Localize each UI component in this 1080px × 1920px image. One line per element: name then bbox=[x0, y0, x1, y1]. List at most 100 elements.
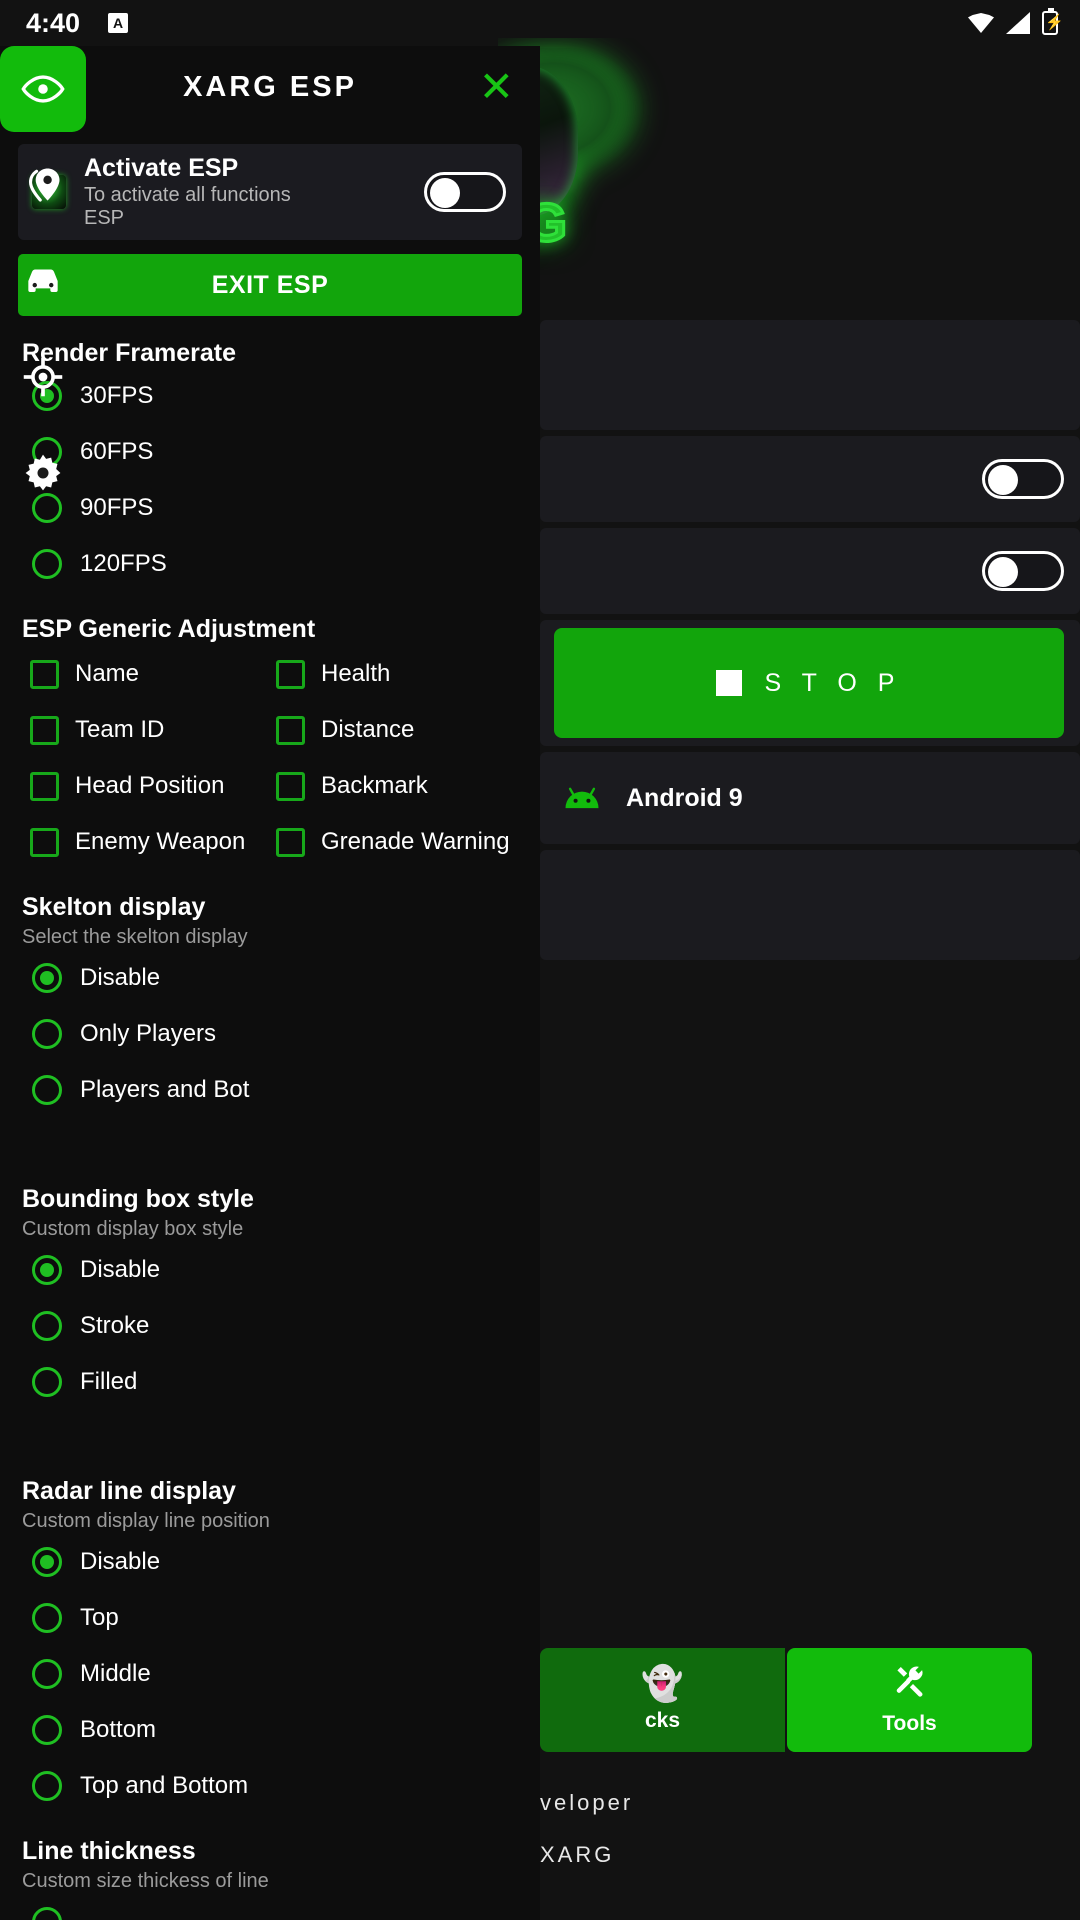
radio-label: 60FPS bbox=[80, 438, 154, 465]
checkbox-label: Grenade Warning bbox=[321, 828, 510, 855]
stop-button[interactable]: S T O P bbox=[554, 628, 1064, 738]
checkbox-option-head-position[interactable]: Head Position bbox=[30, 758, 276, 814]
status-bar-time: 4:40 bbox=[26, 7, 81, 38]
radio-label: Players and Bot bbox=[80, 1076, 250, 1103]
checkbox-option-health[interactable]: Health bbox=[276, 646, 522, 702]
radio-label: Filled bbox=[80, 1368, 138, 1395]
checkbox-indicator bbox=[30, 659, 59, 689]
tools-icon bbox=[893, 1664, 927, 1704]
signal-icon bbox=[1006, 12, 1030, 34]
radio-label: Bottom bbox=[80, 1716, 157, 1743]
screen-root: RG S T O P bbox=[0, 0, 1080, 1920]
background-tab-label: cks bbox=[644, 1709, 681, 1732]
background-toggle-2[interactable] bbox=[982, 551, 1064, 591]
checkbox-option-backmark[interactable]: Backmark bbox=[276, 758, 522, 814]
radio-indicator bbox=[32, 1255, 62, 1285]
section-radar-line-display: Radar line display Custom display line p… bbox=[0, 1476, 540, 1814]
radio-option-radar-top-and-bottom[interactable]: Top and Bottom bbox=[22, 1758, 522, 1814]
activate-esp-texts: Activate ESP To activate all functions E… bbox=[84, 154, 424, 230]
radio-option-90fps[interactable]: 90FPS bbox=[22, 480, 522, 536]
checkbox-label: Team ID bbox=[75, 716, 165, 743]
background-row-stop: S T O P bbox=[540, 620, 1080, 746]
checkbox-indicator bbox=[30, 827, 59, 857]
radio-option-box-disable[interactable]: Disable bbox=[22, 1242, 522, 1298]
section-title: Line thickness bbox=[22, 1837, 196, 1865]
radio-label: Disable bbox=[80, 1548, 161, 1575]
radio-label: Disable bbox=[80, 964, 161, 991]
background-tab-tricks[interactable]: 👻 cks bbox=[540, 1648, 785, 1752]
sidebar-item-esp[interactable] bbox=[0, 46, 86, 132]
radio-option-skelton-only-players[interactable]: Only Players bbox=[22, 1006, 522, 1062]
radio-option-120fps[interactable]: 120FPS bbox=[22, 536, 522, 592]
left-sidebar bbox=[0, 46, 86, 526]
sidebar-item-settings[interactable] bbox=[0, 430, 86, 516]
sidebar-item-aim[interactable] bbox=[0, 334, 86, 420]
background-toggle-1[interactable] bbox=[982, 459, 1064, 499]
radio-option-radar-top[interactable]: Top bbox=[22, 1590, 522, 1646]
car-icon bbox=[28, 269, 58, 292]
checkbox-grid: Name Health Team ID Distance Head Positi… bbox=[22, 646, 522, 870]
background-row-1[interactable] bbox=[540, 320, 1080, 430]
page-title: XARG ESP bbox=[183, 70, 357, 103]
radio-option-radar-bottom[interactable]: Bottom bbox=[22, 1702, 522, 1758]
section-bounding-box-style: Bounding box style Custom display box st… bbox=[0, 1184, 540, 1410]
activate-esp-card[interactable]: Activate ESP To activate all functions E… bbox=[18, 144, 522, 240]
toggle-knob bbox=[430, 178, 460, 208]
radio-option-radar-middle[interactable]: Middle bbox=[22, 1646, 522, 1702]
checkbox-option-distance[interactable]: Distance bbox=[276, 702, 522, 758]
sidebar-item-vehicle[interactable] bbox=[0, 238, 86, 324]
section-title: ESP Generic Adjustment bbox=[22, 615, 316, 643]
radio-option-60fps[interactable]: 60FPS bbox=[22, 424, 522, 480]
background-row-6[interactable] bbox=[540, 850, 1080, 960]
stop-button-label: S T O P bbox=[764, 668, 902, 697]
radio-option-radar-disable[interactable]: Disable bbox=[22, 1534, 522, 1590]
radio-indicator bbox=[32, 1311, 62, 1341]
checkbox-indicator bbox=[30, 715, 59, 745]
checkbox-indicator bbox=[276, 771, 305, 801]
radio-label: Only Players bbox=[80, 1020, 217, 1047]
android-version-label: Android 9 bbox=[626, 783, 743, 812]
radio-indicator bbox=[32, 1367, 62, 1397]
wifi-icon bbox=[968, 13, 994, 33]
radio-option-30fps[interactable]: 30FPS bbox=[22, 368, 522, 424]
background-row-3[interactable] bbox=[540, 528, 1080, 614]
section-title: Render Framerate bbox=[22, 339, 236, 367]
checkbox-option-team-id[interactable]: Team ID bbox=[30, 702, 276, 758]
gear-icon bbox=[25, 454, 61, 491]
checkbox-indicator bbox=[30, 771, 59, 801]
notification-badge-icon: A bbox=[108, 13, 129, 33]
activate-esp-toggle[interactable] bbox=[424, 172, 506, 212]
checkbox-indicator bbox=[276, 659, 305, 689]
status-bar: 4:40 A ⚡ bbox=[0, 0, 1080, 46]
radio-indicator bbox=[32, 1603, 62, 1633]
section-subtitle: Custom display line position bbox=[22, 1510, 270, 1532]
radio-option-skelton-disable[interactable]: Disable bbox=[22, 950, 522, 1006]
checkbox-label: Name bbox=[75, 660, 140, 687]
exit-esp-button[interactable]: EXIT ESP bbox=[18, 254, 522, 316]
checkbox-indicator bbox=[276, 827, 305, 857]
checkbox-option-grenade-warning[interactable]: Grenade Warning bbox=[276, 814, 522, 870]
radio-option-skelton-players-and-bot[interactable]: Players and Bot bbox=[22, 1062, 522, 1118]
radio-label: 120FPS bbox=[80, 550, 167, 577]
section-subtitle: Custom display box style bbox=[22, 1218, 244, 1240]
radio-option-box-filled[interactable]: Filled bbox=[22, 1354, 522, 1410]
radio-option-line-thickness-first[interactable] bbox=[22, 1894, 522, 1920]
checkbox-label: Health bbox=[321, 660, 391, 687]
radio-label: 30FPS bbox=[80, 382, 154, 409]
radio-indicator bbox=[32, 1907, 62, 1920]
background-footer-line-1: veloper bbox=[540, 1790, 634, 1815]
ghost-icon: 👻 bbox=[641, 1665, 684, 1703]
checkbox-indicator bbox=[276, 715, 305, 745]
background-tab-tools[interactable]: Tools bbox=[787, 1648, 1032, 1752]
radio-indicator bbox=[32, 1019, 62, 1049]
checkbox-option-name[interactable]: Name bbox=[30, 646, 276, 702]
close-x-icon[interactable]: ✕ bbox=[479, 66, 514, 108]
checkbox-option-enemy-weapon[interactable]: Enemy Weapon bbox=[30, 814, 276, 870]
radio-option-box-stroke[interactable]: Stroke bbox=[22, 1298, 522, 1354]
radio-indicator bbox=[32, 1659, 62, 1689]
checkbox-label: Enemy Weapon bbox=[75, 828, 246, 855]
background-row-2[interactable] bbox=[540, 436, 1080, 522]
sidebar-item-location[interactable] bbox=[0, 142, 86, 228]
